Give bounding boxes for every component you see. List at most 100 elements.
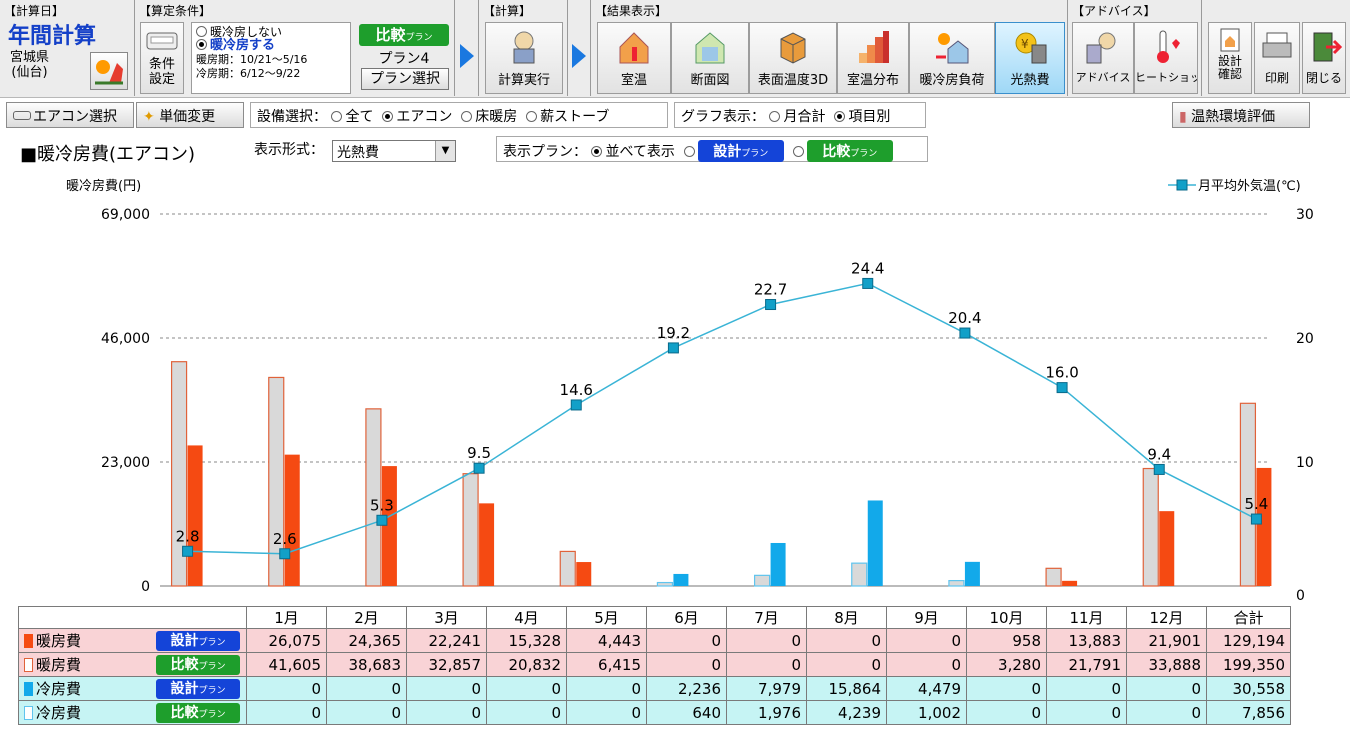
heatshock-button[interactable]: ヒートショック xyxy=(1134,22,1198,94)
result-temp-distribution-button[interactable]: 室温分布 xyxy=(837,22,909,94)
table-cell: 4,239 xyxy=(806,700,887,725)
result-section-button[interactable]: 断面図 xyxy=(671,22,749,94)
y2-tick-label: 30 xyxy=(1296,207,1314,223)
radio-off[interactable] xyxy=(196,26,207,37)
cube-3d-icon xyxy=(780,32,806,64)
equipment-radio-all[interactable]: 全て xyxy=(331,109,373,125)
plan-select-button[interactable]: プラン選択 xyxy=(361,68,449,90)
y2-axis-label: 月平均外気温(℃) xyxy=(1198,178,1301,194)
table-cell: 0 xyxy=(566,700,647,725)
temperature-label: 2.6 xyxy=(273,530,297,548)
radio-icon[interactable] xyxy=(526,111,538,122)
table-cell: 0 xyxy=(966,700,1047,725)
format-select[interactable]: 光熱費 ▼ xyxy=(332,140,456,162)
result-room-temp-button[interactable]: 室温 xyxy=(597,22,671,94)
equipment-radio-stove[interactable]: 薪ストーブ xyxy=(526,109,609,125)
plan-radio-compare[interactable] xyxy=(792,146,804,157)
result-label: 室温分布 xyxy=(846,73,899,88)
graph-radio-monthly[interactable]: 月合計 xyxy=(769,109,825,125)
aircon-icon xyxy=(13,111,31,120)
advice-button[interactable]: アドバイス xyxy=(1072,22,1134,94)
plan-radio-design[interactable] xyxy=(683,146,695,157)
table-cell: 7,979 xyxy=(726,676,807,701)
y2-tick-label: 10 xyxy=(1296,455,1314,471)
y2-tick-label: 20 xyxy=(1296,331,1314,347)
row-plan-suffix: プラン xyxy=(198,662,226,672)
sun-map-icon xyxy=(95,60,123,85)
arrow-right-icon xyxy=(460,44,474,68)
run-calc-button[interactable]: 計算実行 xyxy=(485,22,563,94)
location-label: 宮城県 (仙台) xyxy=(10,50,50,80)
table-cell: 0 xyxy=(326,700,407,725)
temperature-point xyxy=(279,548,291,560)
graph-radio-item[interactable]: 項目別 xyxy=(834,109,890,125)
equipment-radio-aircon[interactable]: エアコン xyxy=(382,109,452,125)
result-surface-3d-button[interactable]: 表面温度3D xyxy=(749,22,837,94)
result-hvac-load-button[interactable]: 暖冷房負荷 xyxy=(909,22,995,94)
window-icon xyxy=(146,32,178,50)
table-cell: 0 xyxy=(246,676,327,701)
row-plan-badge: 比較プラン xyxy=(156,655,240,675)
radio-hvac-on[interactable]: 暖冷房する xyxy=(196,39,346,53)
unit-price-button[interactable]: ✦ 単価変更 xyxy=(136,102,244,128)
radio-hvac-none[interactable]: 暖冷房しない xyxy=(196,25,346,39)
design-confirm-button[interactable]: 設計 確認 xyxy=(1208,22,1252,94)
bar-cooling-design xyxy=(867,500,883,586)
arrow-right-icon xyxy=(572,44,586,68)
house-section-icon xyxy=(695,32,725,64)
table-cell: 30,558 xyxy=(1206,676,1291,701)
radio-icon[interactable] xyxy=(769,111,781,122)
table-cell: 129,194 xyxy=(1206,628,1291,653)
env-eval-button[interactable]: ▮ 温熱環境評価 xyxy=(1172,102,1310,128)
equipment-select-group: 設備選択： 全て エアコン 床暖房 薪ストーブ xyxy=(250,102,668,128)
calc-day-group: 【計算日】 年間計算 宮城県 (仙台) xyxy=(0,0,135,96)
equipment-option-label: 全て xyxy=(345,109,374,125)
bar-cooling-compare xyxy=(753,574,771,587)
design-plan-badge: 設計プラン xyxy=(697,140,784,162)
calculator-person-icon xyxy=(513,31,535,64)
radio-icon[interactable] xyxy=(382,111,394,122)
table-cell: 38,683 xyxy=(326,652,407,677)
temperature-point xyxy=(376,514,388,526)
temperature-label: 2.8 xyxy=(176,527,200,545)
row-plan-text: 設計 xyxy=(170,681,199,697)
table-cell: 0 xyxy=(1046,676,1127,701)
result-energy-cost-button[interactable]: ¥ 光熱費 xyxy=(995,22,1065,94)
radio-icon[interactable] xyxy=(461,111,473,122)
print-button[interactable]: 印刷 xyxy=(1254,22,1300,94)
condition-settings-button[interactable]: 条件 設定 xyxy=(140,22,184,94)
graph-display-group: グラフ表示： 月合計 項目別 xyxy=(674,102,926,128)
aircon-select-button[interactable]: エアコン選択 xyxy=(6,102,134,128)
dropdown-arrow-icon[interactable]: ▼ xyxy=(435,141,455,161)
table-cell: 640 xyxy=(646,700,727,725)
compare-plan-suffix: プラン xyxy=(405,33,433,43)
y-tick-label: 0 xyxy=(141,579,150,595)
row-plan-text: 比較 xyxy=(170,657,199,673)
radio-icon[interactable] xyxy=(591,146,603,157)
table-cell: 0 xyxy=(886,628,967,653)
table-cell: 20,832 xyxy=(486,652,567,677)
table-cell: 0 xyxy=(406,700,487,725)
bar-heating-design xyxy=(576,562,592,586)
table-header-cell: 1月 xyxy=(246,606,327,629)
bar-heating-design xyxy=(1159,511,1175,586)
plan-radio-side[interactable]: 並べて表示 xyxy=(591,144,675,160)
temperature-point xyxy=(570,399,582,411)
close-button[interactable]: 閉じる xyxy=(1302,22,1346,94)
radio-on[interactable] xyxy=(196,39,207,50)
bar-cooling-design xyxy=(673,573,689,586)
region-map-button[interactable] xyxy=(90,52,128,90)
equipment-radio-floor[interactable]: 床暖房 xyxy=(461,109,517,125)
table-cell: 0 xyxy=(1126,700,1207,725)
close-label: 閉じる xyxy=(1305,71,1342,85)
row-label-text: 冷房費 xyxy=(36,704,82,722)
radio-icon[interactable] xyxy=(331,111,343,122)
results-group: 【結果表示】 室温 断面図 表面温度3D 室温分布 暖冷房負荷 ¥ 光熱費 xyxy=(590,0,1068,96)
table-cell: 33,888 xyxy=(1126,652,1207,677)
result-label: 表面温度3D xyxy=(757,73,829,88)
temperature-point xyxy=(1153,463,1165,475)
radio-icon[interactable] xyxy=(834,111,846,122)
row-label: 暖房費 設計プラン xyxy=(18,628,247,653)
temperature-label: 19.2 xyxy=(657,324,690,342)
cooling-period: 冷房期：6/12～9/22 xyxy=(196,67,301,80)
